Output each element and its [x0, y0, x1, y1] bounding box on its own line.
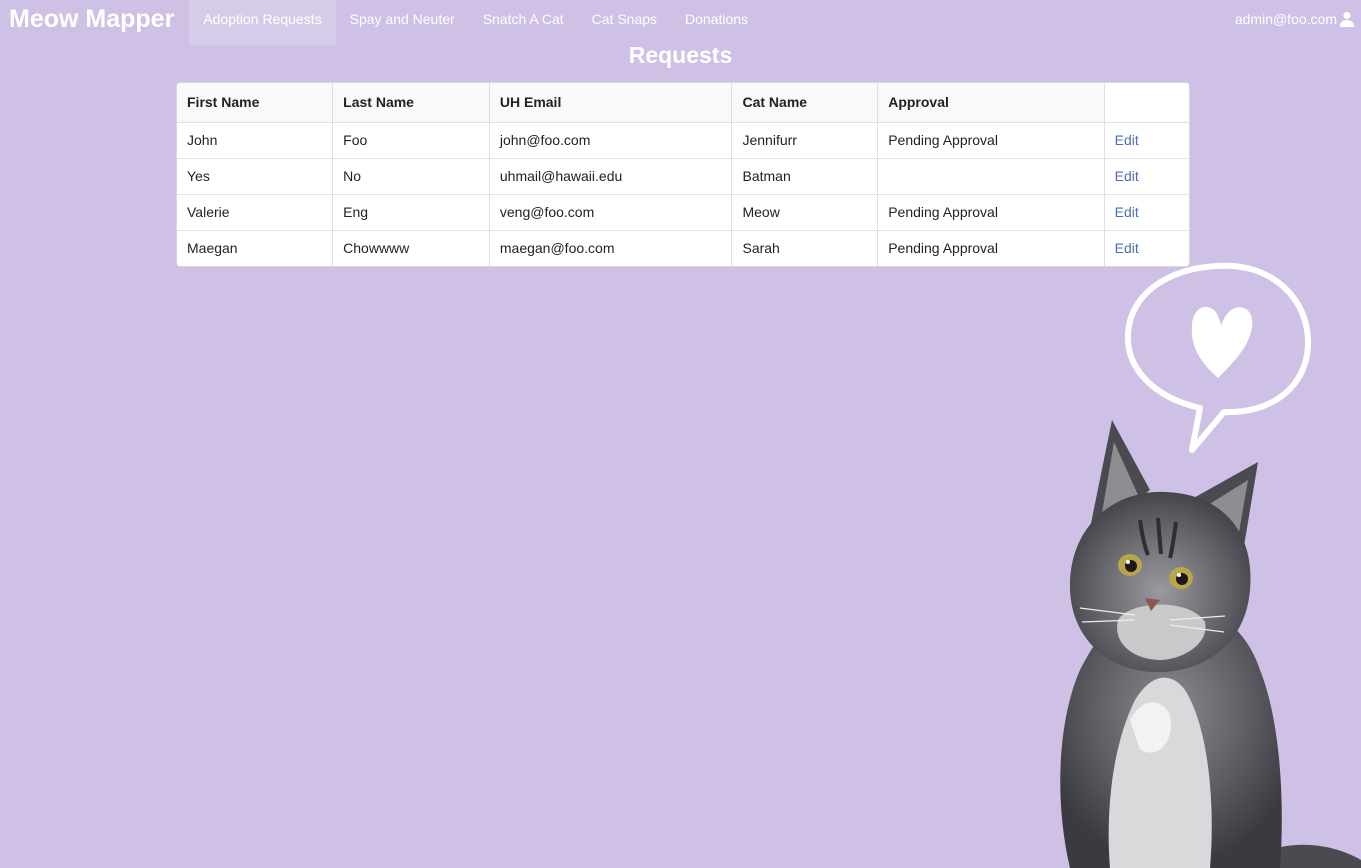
cell-email: veng@foo.com	[489, 194, 733, 231]
nav-item-snatch-a-cat[interactable]: Snatch A Cat	[469, 0, 578, 45]
nav-item-cat-snaps[interactable]: Cat Snaps	[578, 0, 671, 45]
cell-email: john@foo.com	[489, 122, 733, 159]
edit-link[interactable]: Edit	[1115, 204, 1139, 220]
edit-link[interactable]: Edit	[1115, 240, 1139, 256]
table-row: Yes No uhmail@hawaii.edu Batman Edit	[177, 158, 1189, 195]
cell-email: uhmail@hawaii.edu	[489, 158, 733, 195]
column-header-uh-email: UH Email	[489, 83, 733, 123]
cell-cat-name: Meow	[731, 194, 879, 231]
column-header-first-name: First Name	[177, 83, 334, 123]
table-row: Valerie Eng veng@foo.com Meow Pending Ap…	[177, 194, 1189, 231]
cell-last-name: Chowwww	[332, 230, 490, 266]
top-navbar: Meow Mapper Adoption Requests Spay and N…	[0, 0, 1361, 45]
nav-item-donations[interactable]: Donations	[671, 0, 762, 45]
column-header-approval: Approval	[877, 83, 1105, 123]
column-header-actions	[1104, 83, 1189, 123]
cell-approval: Pending Approval	[877, 122, 1105, 159]
cell-approval	[877, 158, 1105, 195]
cell-last-name: Foo	[332, 122, 490, 159]
cell-first-name: Maegan	[177, 230, 334, 266]
page-title: Requests	[628, 42, 733, 68]
cell-first-name: Yes	[177, 158, 334, 195]
user-email: admin@foo.com	[1234, 11, 1337, 27]
table-row: John Foo john@foo.com Jennifurr Pending …	[177, 122, 1189, 159]
cell-last-name: No	[332, 158, 490, 195]
user-icon	[1339, 11, 1355, 27]
edit-link[interactable]: Edit	[1115, 132, 1139, 148]
user-menu[interactable]: admin@foo.com	[1235, 0, 1361, 45]
nav-item-adoption-requests[interactable]: Adoption Requests	[189, 0, 336, 45]
cell-email: maegan@foo.com	[489, 230, 733, 266]
cell-first-name: Valerie	[177, 194, 334, 231]
edit-link[interactable]: Edit	[1115, 168, 1139, 184]
column-header-cat-name: Cat Name	[731, 83, 879, 123]
nav-item-spay-and-neuter[interactable]: Spay and Neuter	[336, 0, 469, 45]
cell-cat-name: Batman	[731, 158, 879, 195]
table-header-row: First Name Last Name UH Email Cat Name A…	[177, 83, 1189, 123]
brand-logo[interactable]: Meow Mapper	[0, 0, 189, 45]
cat-illustration	[1060, 420, 1361, 868]
column-header-last-name: Last Name	[332, 83, 490, 123]
cell-first-name: John	[177, 122, 334, 159]
requests-table: First Name Last Name UH Email Cat Name A…	[176, 82, 1190, 267]
cell-approval: Pending Approval	[877, 194, 1105, 231]
cell-last-name: Eng	[332, 194, 490, 231]
table-row: Maegan Chowwww maegan@foo.com Sarah Pend…	[177, 230, 1189, 266]
cell-cat-name: Sarah	[731, 230, 879, 266]
cell-approval: Pending Approval	[877, 230, 1105, 266]
cell-cat-name: Jennifurr	[731, 122, 879, 159]
